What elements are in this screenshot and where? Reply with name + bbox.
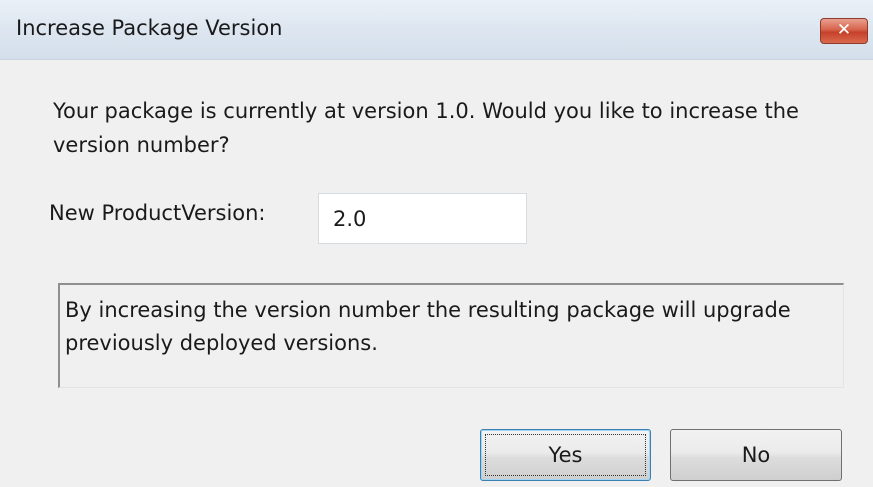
no-button-label: No (741, 443, 771, 467)
dialog-window: Increase Package Version ✕ Your package … (0, 0, 873, 487)
yes-button-label: Yes (548, 443, 583, 467)
close-icon: ✕ (836, 20, 852, 40)
yes-button[interactable]: Yes (480, 429, 651, 481)
info-text: By increasing the version number the res… (65, 298, 791, 355)
info-box: By increasing the version number the res… (58, 283, 844, 388)
close-button[interactable]: ✕ (820, 18, 868, 44)
no-button[interactable]: No (670, 429, 842, 481)
version-field-label: New ProductVersion: (49, 201, 266, 225)
prompt-message: Your package is currently at version 1.0… (53, 99, 799, 157)
version-input[interactable] (318, 193, 527, 244)
window-title: Increase Package Version (16, 16, 283, 40)
title-bar[interactable]: Increase Package Version ✕ (0, 0, 873, 60)
